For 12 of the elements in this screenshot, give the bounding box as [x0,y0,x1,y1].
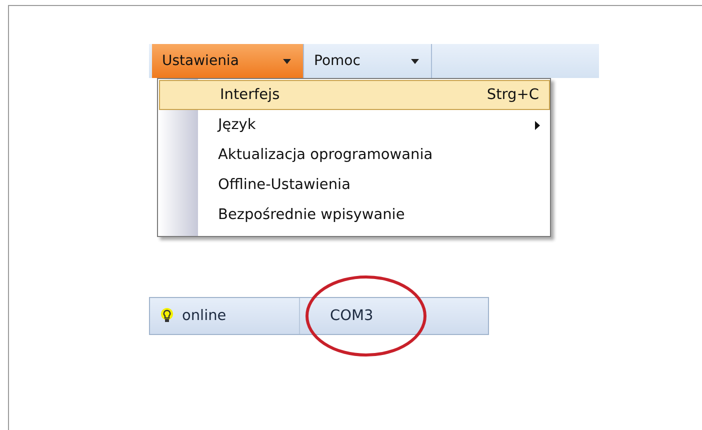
port-label: COM3 [330,308,374,324]
shortcut-text: Strg+C [486,87,539,103]
status-label: online [182,308,226,324]
light-bulb-icon [160,308,174,324]
menu-item[interactable]: Język [158,110,550,140]
menu-item[interactable]: Bezpośrednie wpisywanie [158,200,550,230]
menu-tab[interactable]: Ustawienia [152,44,304,78]
caret-icon [411,58,419,64]
menu-item[interactable]: Aktualizacja oprogramowania [158,140,550,170]
menu-item[interactable]: Offline-Ustawienia [158,170,550,200]
menu-item[interactable]: Interfejs Strg+C [159,80,550,110]
caret-icon [283,58,291,64]
